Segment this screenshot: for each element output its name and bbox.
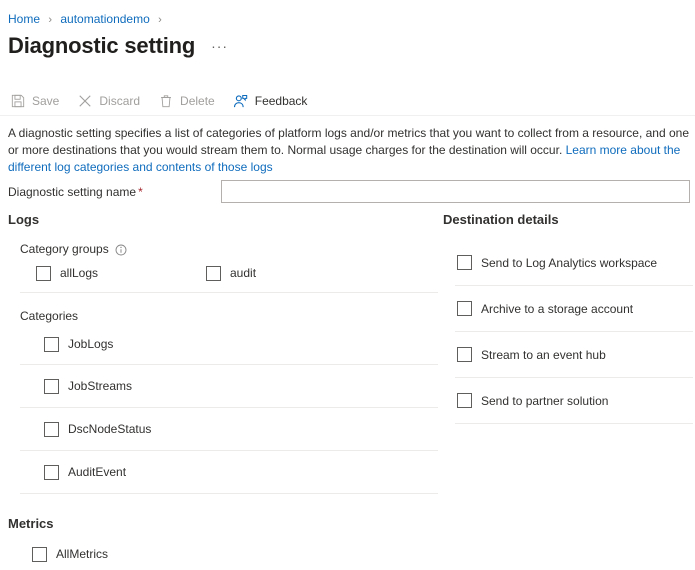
category-groups-label-row: Category groups (20, 242, 438, 257)
checkbox-row-event-hub[interactable]: Stream to an event hub (443, 332, 693, 377)
checkbox-auditevent[interactable] (44, 465, 59, 480)
checkbox-jobstreams-label[interactable]: JobStreams (68, 379, 132, 393)
category-divider-4 (20, 493, 438, 494)
checkbox-row-alllogs[interactable]: allLogs (36, 266, 206, 281)
checkbox-partner-solution[interactable] (457, 393, 472, 408)
breadcrumb-separator-icon: › (48, 14, 52, 26)
toolbar-divider (0, 115, 695, 116)
category-groups-label: Category groups (20, 242, 109, 257)
command-bar: Save Discard Delete (10, 90, 325, 112)
required-marker: * (138, 185, 143, 199)
save-button[interactable]: Save (10, 93, 59, 109)
feedback-icon (233, 93, 249, 109)
checkbox-log-analytics[interactable] (457, 255, 472, 270)
checkbox-storage-account-label[interactable]: Archive to a storage account (481, 302, 633, 316)
checkbox-audit[interactable] (206, 266, 221, 281)
category-groups-row: allLogs audit (8, 257, 438, 289)
metrics-heading: Metrics (8, 516, 438, 532)
destination-details-column: Destination details Send to Log Analytic… (443, 212, 693, 424)
logs-column: Logs Category groups allLogs audit (8, 212, 438, 570)
checkbox-dscnodestatus[interactable] (44, 422, 59, 437)
checkbox-row-jobstreams[interactable]: JobStreams (20, 365, 438, 407)
description-text: A diagnostic setting specifies a list of… (8, 125, 690, 176)
logs-heading: Logs (8, 212, 438, 228)
title-row: Diagnostic setting ··· (8, 32, 228, 60)
more-options-icon[interactable]: ··· (211, 39, 228, 53)
info-icon[interactable] (115, 244, 127, 256)
checkbox-row-dscnodestatus[interactable]: DscNodeStatus (20, 408, 438, 450)
checkbox-dscnodestatus-label[interactable]: DscNodeStatus (68, 422, 151, 436)
checkbox-allmetrics[interactable] (32, 547, 47, 562)
checkbox-alllogs[interactable] (36, 266, 51, 281)
checkbox-row-audit[interactable]: audit (206, 266, 256, 281)
delete-button[interactable]: Delete (158, 93, 215, 109)
destination-list: Send to Log Analytics workspace Archive … (443, 240, 693, 424)
categories-label-row: Categories (20, 309, 438, 324)
discard-button-label: Discard (99, 94, 140, 108)
save-icon (10, 93, 26, 109)
destination-divider-4 (455, 423, 693, 424)
page-title: Diagnostic setting (8, 32, 195, 60)
delete-icon (158, 93, 174, 109)
diagnostic-setting-page: Home › automationdemo › Diagnostic setti… (0, 0, 695, 554)
checkbox-event-hub-label[interactable]: Stream to an event hub (481, 348, 606, 362)
diagnostic-setting-name-label: Diagnostic setting name* (8, 185, 221, 199)
checkbox-joblogs-label[interactable]: JobLogs (68, 337, 113, 351)
destination-details-heading: Destination details (443, 212, 693, 228)
log-categories-list: JobLogs JobStreams DscNodeStatus AuditEv… (20, 324, 438, 494)
checkbox-allmetrics-label[interactable]: AllMetrics (56, 547, 108, 561)
feedback-button[interactable]: Feedback (233, 93, 308, 109)
checkbox-row-allmetrics[interactable]: AllMetrics (8, 538, 438, 570)
diagnostic-setting-name-label-text: Diagnostic setting name (8, 185, 136, 199)
diagnostic-setting-name-input[interactable] (221, 180, 690, 203)
checkbox-auditevent-label[interactable]: AuditEvent (68, 465, 126, 479)
breadcrumb: Home › automationdemo › (8, 12, 167, 27)
checkbox-row-partner-solution[interactable]: Send to partner solution (443, 378, 693, 423)
breadcrumb-separator-icon-2: › (158, 14, 162, 26)
checkbox-joblogs[interactable] (44, 337, 59, 352)
diagnostic-setting-name-row: Diagnostic setting name* (8, 180, 690, 203)
category-groups-divider (20, 292, 438, 293)
checkbox-log-analytics-label[interactable]: Send to Log Analytics workspace (481, 256, 657, 270)
checkbox-row-auditevent[interactable]: AuditEvent (20, 451, 438, 493)
delete-button-label: Delete (180, 94, 215, 108)
checkbox-audit-label[interactable]: audit (230, 266, 256, 280)
checkbox-alllogs-label[interactable]: allLogs (60, 266, 98, 280)
save-button-label: Save (32, 94, 59, 108)
discard-button[interactable]: Discard (77, 93, 140, 109)
breadcrumb-item-automationdemo[interactable]: automationdemo (60, 12, 149, 26)
checkbox-row-joblogs[interactable]: JobLogs (20, 324, 438, 364)
discard-icon (77, 93, 93, 109)
checkbox-row-log-analytics[interactable]: Send to Log Analytics workspace (443, 240, 693, 285)
checkbox-event-hub[interactable] (457, 347, 472, 362)
categories-label: Categories (20, 309, 78, 324)
feedback-button-label: Feedback (255, 94, 308, 108)
breadcrumb-item-home[interactable]: Home (8, 12, 40, 26)
checkbox-storage-account[interactable] (457, 301, 472, 316)
checkbox-jobstreams[interactable] (44, 379, 59, 394)
checkbox-row-storage-account[interactable]: Archive to a storage account (443, 286, 693, 331)
checkbox-partner-solution-label[interactable]: Send to partner solution (481, 394, 608, 408)
